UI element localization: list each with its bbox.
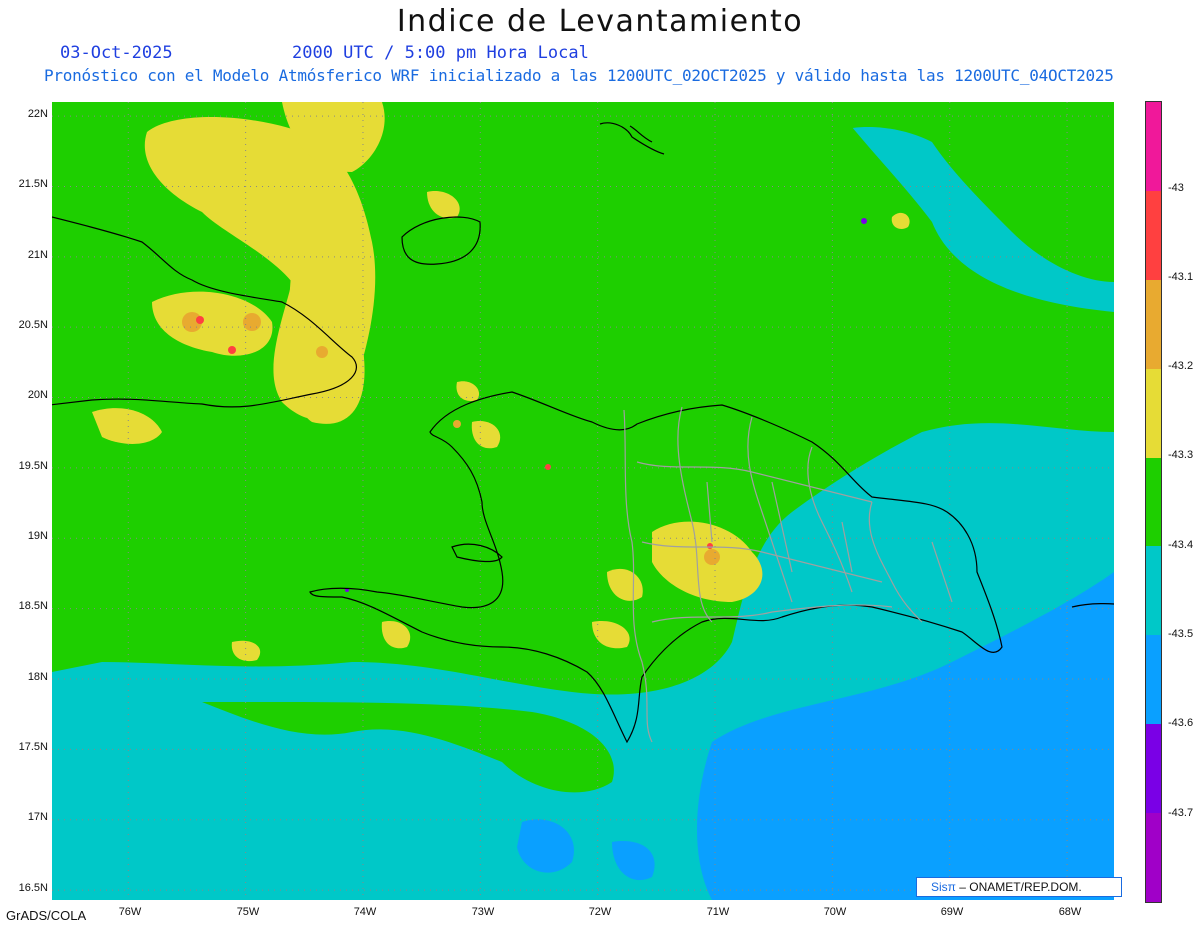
forecast-date: 03-Oct-2025 [60, 43, 173, 63]
lat-tick-label: 21.5N [18, 178, 48, 190]
color-scale-bar [1145, 101, 1162, 903]
lat-tick-label: 20N [27, 389, 48, 401]
lat-tick-label: 16.5N [18, 882, 48, 894]
lon-tick-label: 70W [823, 906, 847, 918]
lat-tick-label: 19.5N [18, 460, 48, 472]
color-scale-label: -43.7 [1168, 807, 1194, 819]
lat-tick-label: 17.5N [18, 741, 48, 753]
color-scale-segment [1146, 279, 1161, 370]
lat-tick-label: 21N [27, 249, 48, 261]
forecast-subtitle: Pronóstico con el Modelo Atmósferico WRF… [44, 66, 1114, 85]
color-scale-segment [1146, 724, 1161, 815]
lat-tick-label: 18.5N [18, 600, 48, 612]
lon-tick-label: 68W [1058, 906, 1082, 918]
lat-tick-label: 17N [27, 811, 48, 823]
lat-tick-label: 22N [27, 108, 48, 120]
map-title: Indice de Levantamiento [396, 4, 804, 39]
color-scale-label: -43.3 [1168, 449, 1194, 461]
lat-tick-label: 20.5N [18, 319, 48, 331]
color-scale-label: -43.6 [1168, 717, 1194, 729]
color-scale-label: -43.2 [1168, 360, 1194, 372]
color-scale-label: -43.4 [1168, 539, 1194, 551]
credit-box: Sisπ – ONAMET/REP.DOM. [916, 877, 1122, 897]
lat-tick-label: 19N [27, 530, 48, 542]
color-scale-label: -43.1 [1168, 271, 1194, 283]
credit-brand: Sisπ [931, 880, 956, 894]
lon-tick-label: 74W [353, 906, 377, 918]
color-scale-label: -43.5 [1168, 628, 1194, 640]
grads-footer: GrADS/COLA [6, 908, 87, 923]
map-fields [52, 102, 1114, 900]
credit-org: – ONAMET/REP.DOM. [955, 880, 1082, 894]
color-scale-segment [1146, 813, 1161, 902]
color-scale-segment [1146, 546, 1161, 637]
color-scale-segment [1146, 368, 1161, 459]
lifted-index-map [52, 102, 1114, 900]
lon-tick-label: 72W [588, 906, 612, 918]
color-scale-segment [1146, 190, 1161, 281]
lat-tick-label: 18N [27, 671, 48, 683]
color-scale-segment [1146, 102, 1161, 192]
color-scale-label: -43 [1168, 182, 1184, 194]
lon-tick-label: 75W [236, 906, 260, 918]
forecast-time: 2000 UTC / 5:00 pm Hora Local [292, 43, 589, 63]
lon-tick-label: 69W [940, 906, 964, 918]
color-scale-segment [1146, 457, 1161, 548]
color-scale-segment [1146, 635, 1161, 726]
lon-tick-label: 71W [706, 906, 730, 918]
lon-tick-label: 76W [118, 906, 142, 918]
lon-tick-label: 73W [471, 906, 495, 918]
